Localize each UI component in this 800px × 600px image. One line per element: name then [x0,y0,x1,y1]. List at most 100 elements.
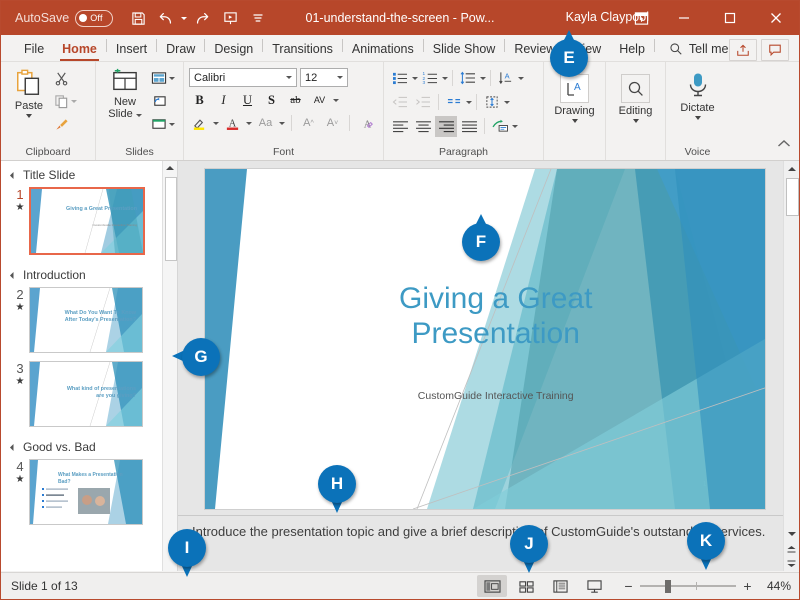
align-text-dropdown-icon[interactable] [504,101,510,104]
increase-indent-button[interactable] [412,92,434,113]
reset-button[interactable] [149,91,177,111]
zoom-level-label[interactable]: 44% [763,579,791,593]
maximize-button[interactable] [707,1,753,35]
align-left-button[interactable] [389,116,411,137]
undo-dropdown-icon[interactable] [181,17,187,20]
tab-slide-show[interactable]: Slide Show [424,37,505,61]
autosave-control[interactable]: AutoSave Off [15,10,113,27]
scroll-up-button[interactable] [163,161,177,175]
collapse-triangle-icon[interactable] [10,171,17,178]
user-account-name[interactable]: Kayla Claypool [566,10,649,24]
tab-home[interactable]: Home [53,37,106,61]
bullets-button[interactable] [389,68,411,89]
tab-animations[interactable]: Animations [343,37,423,61]
collapse-triangle-icon[interactable] [10,443,17,450]
paste-button[interactable]: Paste [6,66,52,118]
decrease-font-size-button[interactable]: A˅ [322,113,343,133]
tab-design[interactable]: Design [205,37,262,61]
tab-transitions[interactable]: Transitions [263,37,342,61]
zoom-in-button[interactable]: + [742,578,753,594]
dictate-dropdown-icon[interactable] [695,116,701,120]
normal-view-button[interactable] [477,575,507,597]
cut-button[interactable] [52,68,79,88]
redo-icon[interactable] [189,5,215,31]
slide-scrollbar[interactable] [783,161,799,571]
editing-dropdown-icon[interactable] [633,119,639,123]
text-highlight-color-button[interactable] [189,113,210,133]
change-case-dropdown-icon[interactable] [279,122,285,125]
thumbnail-row[interactable]: 3 ★ What kind of presentations are you g… [1,359,177,433]
align-right-button[interactable] [435,116,457,137]
undo-icon[interactable] [153,5,179,31]
collapse-triangle-icon[interactable] [10,271,17,278]
columns-dropdown-icon[interactable] [466,101,472,104]
font-color-button[interactable]: A [222,113,243,133]
zoom-slider[interactable]: − + 44% [623,578,791,594]
font-family-input[interactable]: Calibri [189,68,297,87]
convert-smartart-button[interactable] [489,116,511,137]
comments-button[interactable] [761,39,789,61]
layout-button[interactable] [149,68,177,88]
line-spacing-button[interactable] [457,68,479,89]
scroll-down-button[interactable] [784,526,799,541]
minimize-button[interactable] [661,1,707,35]
columns-button[interactable] [443,92,465,113]
text-direction-dropdown-icon[interactable] [518,77,524,80]
numbering-button[interactable]: 123 [419,68,441,89]
close-button[interactable] [753,1,799,35]
layout-dropdown-icon[interactable] [169,77,175,80]
increase-font-size-button[interactable]: A^ [298,113,319,133]
save-icon[interactable] [125,5,151,31]
text-shadow-button[interactable]: S [261,90,282,110]
slide-thumbnail-1[interactable]: Giving a Great Presentation CustomGuide … [29,187,145,255]
align-center-button[interactable] [412,116,434,137]
character-spacing-button[interactable]: AV [309,90,330,110]
format-painter-button[interactable] [52,114,79,134]
tab-insert[interactable]: Insert [107,37,156,61]
slide-subtitle-placeholder[interactable]: CustomGuide Interactive Training [361,390,630,402]
section-header-introduction[interactable]: Introduction [1,261,177,285]
font-color-dropdown-icon[interactable] [246,122,252,125]
scrollbar-thumb[interactable] [786,178,799,216]
thumbnail-row[interactable]: 1 ★ Giving a Great Presentation CustomG [1,185,177,261]
slide-show-button[interactable] [579,575,609,597]
copy-button[interactable] [52,91,79,111]
slide-thumbnail-3[interactable]: What kind of presentations are you givin… [29,361,143,427]
previous-slide-button[interactable] [784,541,799,556]
decrease-indent-button[interactable] [389,92,411,113]
zoom-track[interactable] [640,579,736,593]
slide-title-placeholder[interactable]: Giving a Great Presentation [361,281,630,351]
collapse-ribbon-button[interactable] [777,136,791,154]
section-dropdown-icon[interactable] [169,123,175,126]
next-slide-button[interactable] [784,556,799,571]
tab-draw[interactable]: Draw [157,37,204,61]
section-header-title-slide[interactable]: Title Slide [1,161,177,185]
slide-thumbnail-2[interactable]: What Do You Want To Know After Today's P… [29,287,143,353]
change-case-button[interactable]: Aa [255,113,276,133]
highlight-color-dropdown-icon[interactable] [213,122,219,125]
zoom-slider-handle[interactable] [665,580,671,593]
autosave-toggle[interactable]: Off [75,10,113,27]
smartart-dropdown-icon[interactable] [512,125,518,128]
tab-file[interactable]: File [15,37,53,61]
character-spacing-dropdown-icon[interactable] [333,99,339,102]
tab-help[interactable]: Help [610,37,654,61]
slide-thumbnail-4[interactable]: What Makes a Presentation Bad? [29,459,143,525]
font-size-input[interactable]: 12 [300,68,348,87]
drawing-button[interactable]: A Drawing [552,72,598,123]
section-button[interactable] [149,114,177,134]
slide-indicator[interactable]: Slide 1 of 13 [11,579,78,593]
customize-qat-icon[interactable] [245,5,271,31]
font-size-dropdown-icon[interactable] [337,76,343,79]
thumbnail-row[interactable]: 4 ★ [1,457,177,531]
scrollbar-thumb[interactable] [165,177,177,261]
slide-sorter-button[interactable] [511,575,541,597]
new-slide-button[interactable]: New Slide [101,66,149,120]
italic-button[interactable]: I [213,90,234,110]
thumbnail-pane[interactable]: Title Slide 1 ★ [1,161,178,571]
paste-dropdown-icon[interactable] [26,114,32,118]
align-text-button[interactable] [481,92,503,113]
reading-view-button[interactable] [545,575,575,597]
bullets-dropdown-icon[interactable] [412,77,418,80]
numbering-dropdown-icon[interactable] [442,77,448,80]
